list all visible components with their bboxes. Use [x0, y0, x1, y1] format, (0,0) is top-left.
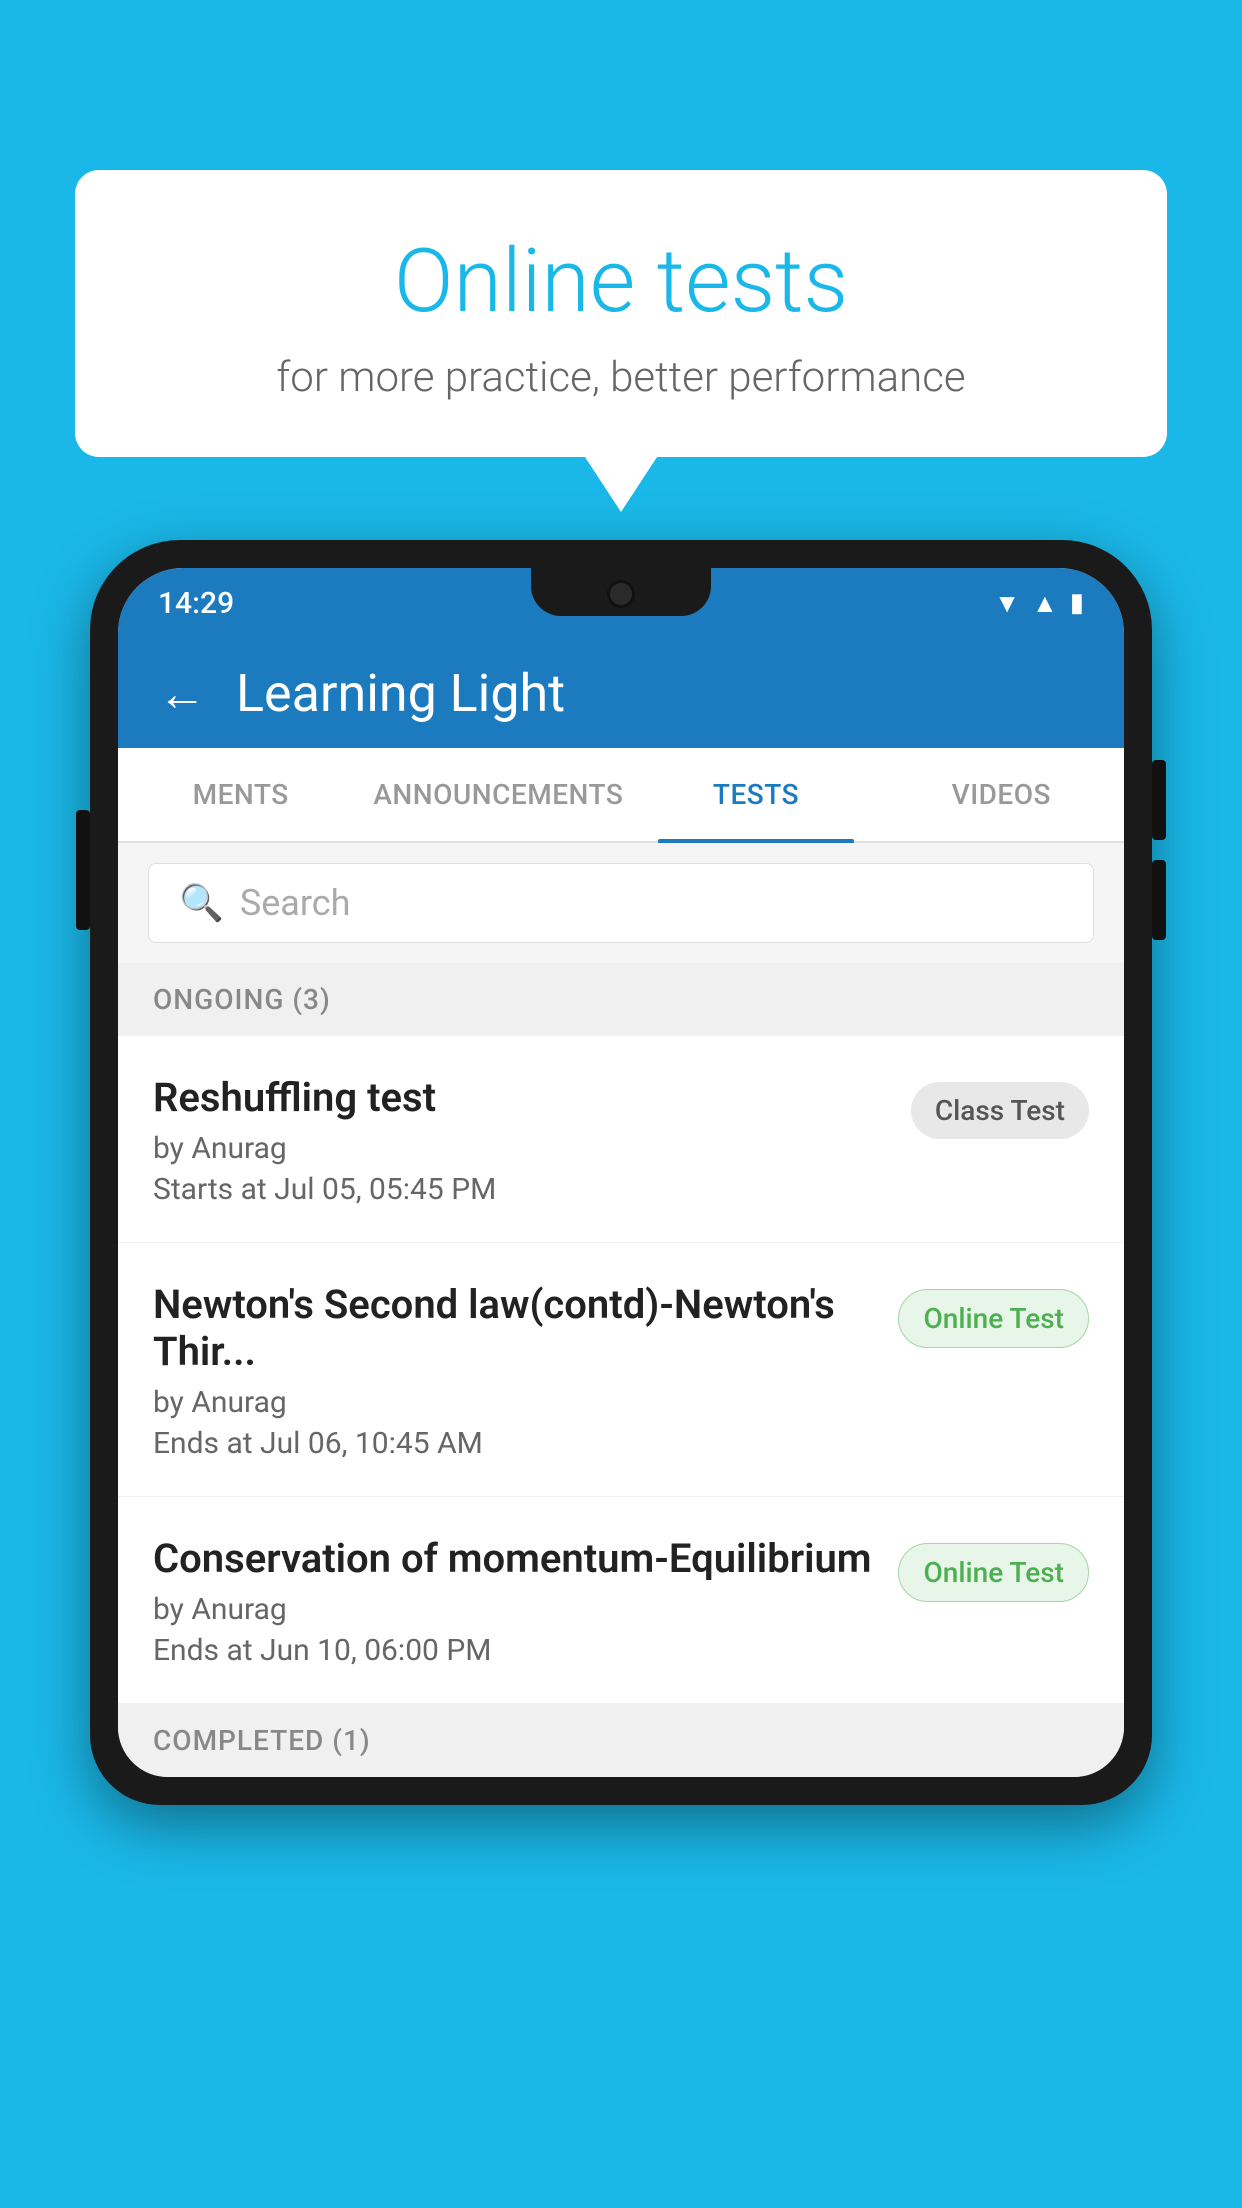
app-title: Learning Light: [236, 663, 565, 724]
speech-bubble: Online tests for more practice, better p…: [75, 170, 1167, 457]
test-title-conservation: Conservation of momentum-Equilibrium: [153, 1535, 878, 1582]
badge-online-test-2: Online Test: [898, 1543, 1089, 1602]
tab-ments[interactable]: MENTS: [118, 748, 363, 841]
volume-down-button[interactable]: [1152, 860, 1166, 940]
tabs-bar: MENTS ANNOUNCEMENTS TESTS VIDEOS: [118, 748, 1124, 843]
tab-videos[interactable]: VIDEOS: [879, 748, 1124, 841]
status-icons: ▼ ▲ ▮: [994, 588, 1084, 619]
completed-header-text: COMPLETED (1): [153, 1724, 371, 1757]
bubble-title: Online tests: [135, 230, 1107, 333]
ongoing-header-text: ONGOING (3): [153, 983, 331, 1016]
test-item-conservation[interactable]: Conservation of momentum-Equilibrium by …: [118, 1497, 1124, 1704]
wifi-icon: ▼: [994, 588, 1020, 619]
test-info-newton: Newton's Second law(contd)-Newton's Thir…: [153, 1281, 898, 1461]
test-author-reshuffling: by Anurag: [153, 1131, 891, 1166]
search-container: 🔍 Search: [118, 843, 1124, 963]
badge-class-test: Class Test: [911, 1082, 1089, 1139]
bubble-subtitle: for more practice, better performance: [135, 353, 1107, 402]
signal-icon: ▲: [1032, 588, 1058, 619]
test-title-newton: Newton's Second law(contd)-Newton's Thir…: [153, 1281, 878, 1375]
badge-online-test-1: Online Test: [898, 1289, 1089, 1348]
battery-icon: ▮: [1070, 588, 1084, 618]
test-info-reshuffling: Reshuffling test by Anurag Starts at Jul…: [153, 1074, 911, 1207]
status-time: 14:29: [158, 586, 234, 621]
tab-announcements[interactable]: ANNOUNCEMENTS: [363, 748, 633, 841]
phone-outer: 14:29 ▼ ▲ ▮ ← Learning Light MENTS ANNOU…: [90, 540, 1152, 1805]
search-icon: 🔍: [179, 882, 224, 924]
power-button[interactable]: [76, 810, 90, 930]
app-bar: ← Learning Light: [118, 638, 1124, 748]
test-author-conservation: by Anurag: [153, 1592, 878, 1627]
phone-mockup: 14:29 ▼ ▲ ▮ ← Learning Light MENTS ANNOU…: [90, 540, 1152, 2208]
search-placeholder: Search: [240, 882, 351, 924]
test-item-reshuffling[interactable]: Reshuffling test by Anurag Starts at Jul…: [118, 1036, 1124, 1243]
ongoing-section-header: ONGOING (3): [118, 963, 1124, 1036]
phone-notch: [531, 568, 711, 616]
test-author-newton: by Anurag: [153, 1385, 878, 1420]
test-info-conservation: Conservation of momentum-Equilibrium by …: [153, 1535, 898, 1668]
back-button[interactable]: ←: [158, 665, 206, 722]
search-bar[interactable]: 🔍 Search: [148, 863, 1094, 943]
completed-section-header: COMPLETED (1): [118, 1704, 1124, 1777]
volume-up-button[interactable]: [1152, 760, 1166, 840]
test-title-reshuffling: Reshuffling test: [153, 1074, 891, 1121]
phone-screen: 14:29 ▼ ▲ ▮ ← Learning Light MENTS ANNOU…: [118, 568, 1124, 1777]
test-date-reshuffling: Starts at Jul 05, 05:45 PM: [153, 1172, 891, 1207]
test-date-newton: Ends at Jul 06, 10:45 AM: [153, 1426, 878, 1461]
tab-tests[interactable]: TESTS: [633, 748, 878, 841]
front-camera: [607, 580, 635, 608]
test-item-newton[interactable]: Newton's Second law(contd)-Newton's Thir…: [118, 1243, 1124, 1497]
test-date-conservation: Ends at Jun 10, 06:00 PM: [153, 1633, 878, 1668]
